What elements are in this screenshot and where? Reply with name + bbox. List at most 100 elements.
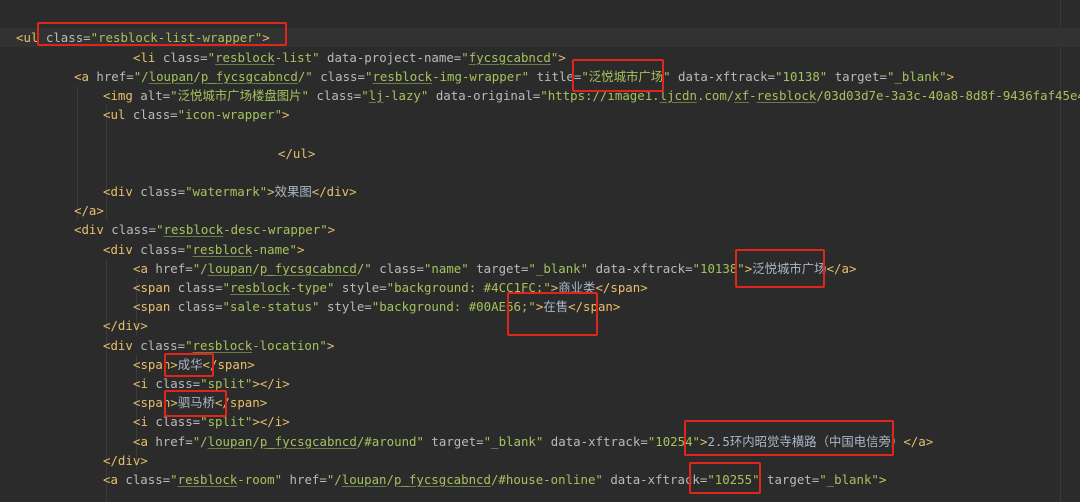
code-token: class= bbox=[371, 261, 424, 276]
code-token: p_fycsgcabncd bbox=[200, 69, 298, 84]
code-token: .com/ bbox=[696, 88, 735, 103]
code-token: xf bbox=[734, 88, 750, 103]
code-token: target= bbox=[759, 472, 820, 487]
code-token: > bbox=[946, 69, 955, 84]
code-line[interactable]: <div class="watermark">效果图</div> bbox=[0, 182, 357, 201]
code-line[interactable]: <img alt="泛悦城市广场楼盘图片" class="lj-lazy" da… bbox=[0, 86, 1080, 105]
code-line[interactable]: <span>成华</span> bbox=[0, 355, 255, 374]
code-token: target= bbox=[423, 434, 484, 449]
code-editor[interactable]: <ul class="resblock-list-wrapper"> <li cl… bbox=[0, 0, 1080, 502]
code-token: -lazy" bbox=[383, 88, 429, 103]
code-token: lj bbox=[368, 88, 384, 103]
code-token: /#house-online" bbox=[490, 472, 603, 487]
code-token: href= bbox=[147, 434, 193, 449]
code-token: -name" bbox=[252, 242, 297, 257]
code-token: class= bbox=[103, 222, 157, 237]
code-token: "watermark" bbox=[185, 184, 268, 199]
code-line[interactable]: </ul> bbox=[0, 144, 315, 163]
code-token: data-xftrack= bbox=[588, 261, 693, 276]
code-token: resblock bbox=[372, 69, 433, 84]
code-token: " bbox=[185, 242, 193, 257]
code-line[interactable]: <a href="/loupan/p_fycsgcabncd/" class="… bbox=[0, 67, 954, 86]
code-token: / bbox=[193, 69, 201, 84]
code-token: /03d03d7e-3a3c-40a8-8d8f-9436faf45e46. bbox=[816, 88, 1080, 103]
code-token: -list" bbox=[274, 50, 320, 65]
code-line[interactable]: </div> bbox=[0, 451, 148, 470]
highlight-district bbox=[164, 353, 214, 377]
code-line[interactable]: <div class="resblock-name"> bbox=[0, 240, 304, 259]
code-token: loupan bbox=[341, 472, 387, 487]
code-token: </a> bbox=[74, 203, 104, 218]
code-token: resblock bbox=[756, 88, 817, 103]
code-token: "split" bbox=[200, 376, 253, 391]
highlight-sale-status bbox=[507, 292, 598, 336]
code-token: <a bbox=[74, 69, 89, 84]
code-line[interactable]: <div class="resblock-desc-wrapper"> bbox=[0, 220, 335, 239]
code-line[interactable]: </div> bbox=[0, 316, 148, 335]
code-token: class= bbox=[155, 50, 208, 65]
code-token: <span bbox=[133, 299, 171, 314]
code-token: "_blank" bbox=[483, 434, 544, 449]
code-line[interactable]: <li class="resblock-list" data-project-n… bbox=[0, 48, 566, 67]
highlight-xftrack bbox=[689, 462, 761, 494]
code-token: " bbox=[170, 472, 178, 487]
code-token: "_blank" bbox=[528, 261, 589, 276]
code-token: > bbox=[558, 50, 566, 65]
code-token: " bbox=[185, 338, 193, 353]
code-token: > bbox=[267, 184, 275, 199]
code-line[interactable]: <a href="/loupan/p_fycsgcabncd/" class="… bbox=[0, 259, 856, 278]
code-line[interactable]: <i class="split"></i> bbox=[0, 374, 290, 393]
code-token: > bbox=[327, 222, 336, 237]
code-token: class= bbox=[170, 299, 223, 314]
code-token: <i bbox=[133, 414, 148, 429]
code-token: p_fycsgcabncd bbox=[259, 261, 357, 276]
highlight-title bbox=[572, 59, 664, 92]
code-token: > bbox=[296, 242, 305, 257]
code-token: " bbox=[361, 88, 369, 103]
code-token: target= bbox=[827, 69, 887, 84]
code-token: - bbox=[749, 88, 757, 103]
code-token: class= bbox=[308, 88, 362, 103]
code-token: <ul bbox=[103, 107, 126, 122]
code-token: </div> bbox=[103, 453, 148, 468]
code-token: class= bbox=[170, 280, 223, 295]
code-token: ></i> bbox=[252, 376, 290, 391]
code-token: -type" bbox=[289, 280, 335, 295]
code-token: resblock bbox=[192, 242, 253, 257]
code-token: fycsgcabncd bbox=[468, 50, 551, 65]
code-token: -img-wrapper" bbox=[432, 69, 530, 84]
code-token: / bbox=[386, 472, 394, 487]
code-token: loupan bbox=[207, 434, 253, 449]
code-token: resblock bbox=[177, 472, 238, 487]
code-token: <span bbox=[133, 280, 171, 295]
code-token: class= bbox=[132, 184, 186, 199]
code-line[interactable]: <ul class="icon-wrapper"> bbox=[0, 105, 290, 124]
code-token: -location" bbox=[252, 338, 327, 353]
code-token: <div bbox=[103, 338, 133, 353]
code-token: resblock bbox=[230, 280, 290, 295]
code-token: /" bbox=[297, 69, 313, 84]
code-token: </span> bbox=[595, 280, 648, 295]
code-token: loupan bbox=[148, 69, 194, 84]
highlight-list-wrapper bbox=[37, 22, 287, 46]
code-token: 效果图 bbox=[274, 184, 312, 199]
code-line[interactable]: </a> bbox=[0, 201, 104, 220]
code-token: "泛悦城市广场楼盘图片" bbox=[170, 88, 309, 103]
right-margin-guide bbox=[1060, 0, 1061, 502]
code-token: " bbox=[156, 222, 164, 237]
code-token: "_blank" bbox=[819, 472, 879, 487]
code-token: "/ bbox=[192, 434, 208, 449]
code-token: -room" bbox=[237, 472, 283, 487]
code-token: class= bbox=[117, 472, 171, 487]
code-line[interactable]: <i class="split"></i> bbox=[0, 412, 290, 431]
code-token: > bbox=[326, 338, 335, 353]
code-token: class= bbox=[132, 338, 186, 353]
code-token: "/ bbox=[326, 472, 342, 487]
code-token: class= bbox=[125, 107, 178, 122]
code-token: > bbox=[282, 107, 290, 122]
code-token: "_blank" bbox=[886, 69, 947, 84]
code-token: "icon-wrapper" bbox=[177, 107, 283, 122]
code-token: </div> bbox=[103, 318, 148, 333]
code-line[interactable]: <span>驷马桥</span> bbox=[0, 393, 267, 412]
code-token: </ul> bbox=[278, 146, 316, 161]
